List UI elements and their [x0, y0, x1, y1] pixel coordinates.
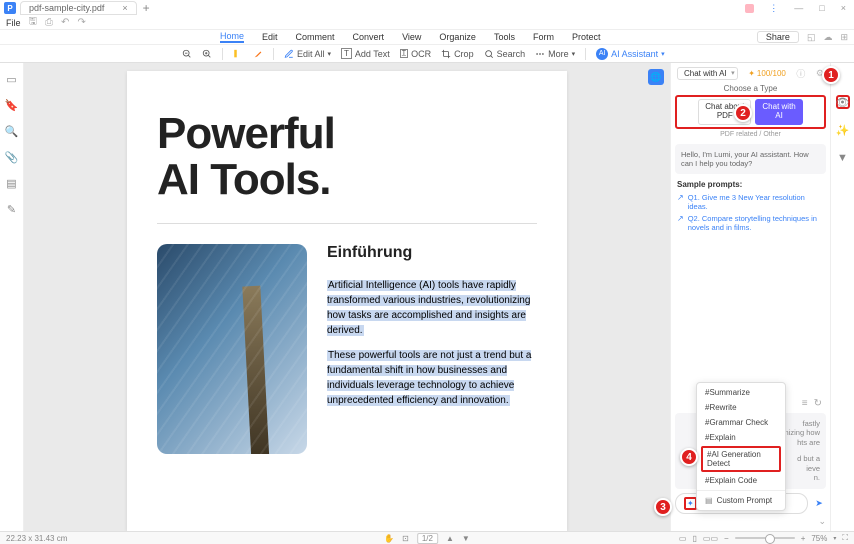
cloud-icon[interactable]: ☁	[823, 32, 832, 43]
chat-mode-dropdown[interactable]: Chat with AI	[677, 67, 738, 80]
arrow-icon: ↗	[677, 214, 684, 223]
eye-icon[interactable]: 👁	[836, 95, 850, 109]
menu-form[interactable]: Form	[533, 32, 554, 42]
attachments-icon[interactable]: 📎	[6, 151, 18, 163]
print-icon[interactable]: ⎙	[45, 17, 53, 28]
redo-icon[interactable]: ↷	[77, 17, 85, 28]
history-icon[interactable]: ≡	[802, 398, 808, 409]
share-button[interactable]: Share	[757, 31, 799, 43]
annotation-4: 4	[680, 448, 698, 466]
menu-home[interactable]: Home	[220, 31, 244, 43]
search-rail-icon[interactable]: 🔍	[6, 125, 18, 137]
arrow-icon: ↗	[677, 193, 684, 202]
close-tab-icon[interactable]: ×	[122, 3, 127, 13]
filter-icon[interactable]: ▼	[836, 151, 850, 165]
signatures-icon[interactable]: ✎	[6, 203, 18, 215]
menu-tools[interactable]: Tools	[494, 32, 515, 42]
menu-summarize[interactable]: #Summarize	[697, 385, 785, 400]
file-menu[interactable]: File	[6, 18, 21, 28]
zoom-percent[interactable]: 75%	[811, 534, 827, 543]
thumbnails-icon[interactable]: ▭	[6, 73, 18, 85]
document-para1[interactable]: Artificial Intelligence (AI) tools have …	[327, 278, 537, 338]
hand-tool-icon[interactable]: ✋	[384, 534, 394, 543]
user-icon[interactable]: ◱	[807, 32, 816, 43]
ai-assistant-button[interactable]: AI AI Assistant▾	[596, 48, 665, 60]
menu-ai-detect[interactable]: #AI Generation Detect	[701, 446, 781, 472]
menu-organize[interactable]: Organize	[439, 32, 476, 42]
view-facing-icon[interactable]: ▭▭	[703, 534, 718, 543]
layers-icon[interactable]: ▤	[6, 177, 18, 189]
token-count: ✦100/100	[748, 69, 786, 78]
translate-badge-icon[interactable]: 🌐	[648, 69, 664, 85]
annotation-2: 2	[734, 104, 752, 122]
view-single-icon[interactable]: ▭	[679, 534, 687, 543]
info-icon[interactable]: ⓘ	[796, 67, 805, 80]
prompt-indicator-icon[interactable]: ✦	[684, 497, 697, 510]
add-text-button[interactable]: T Add Text	[341, 48, 390, 59]
color-indicator	[745, 4, 754, 13]
menu-custom-prompt[interactable]: ▤ Custom Prompt	[697, 493, 785, 508]
zoom-out-button[interactable]	[182, 49, 192, 59]
undo-icon[interactable]: ↶	[61, 17, 69, 28]
next-page-icon[interactable]: ▼	[462, 534, 470, 543]
annotation-3: 3	[654, 498, 672, 516]
more-button[interactable]: More▾	[535, 49, 575, 59]
menu-edit[interactable]: Edit	[262, 32, 278, 42]
window-minimize-button[interactable]: —	[790, 3, 807, 13]
ai-greeting: Hello, I'm Lumi, your AI assistant. How …	[675, 144, 826, 174]
menu-comment[interactable]: Comment	[296, 32, 335, 42]
prev-page-icon[interactable]: ▲	[446, 534, 454, 543]
menu-view[interactable]: View	[402, 32, 421, 42]
document-title: Powerful AI Tools.	[157, 111, 537, 203]
file-tab[interactable]: pdf-sample-city.pdf ×	[20, 1, 137, 15]
sample-prompt-2[interactable]: ↗ Q2. Compare storytelling techniques in…	[677, 214, 824, 232]
pen-tool[interactable]	[253, 49, 263, 59]
highlighter-tool[interactable]	[233, 49, 243, 59]
menu-rewrite[interactable]: #Rewrite	[697, 400, 785, 415]
edit-all-button[interactable]: Edit All▾	[284, 49, 331, 59]
bookmarks-icon[interactable]: 🔖	[6, 99, 18, 111]
document-subtitle: Einführung	[327, 244, 537, 262]
annotation-1: 1	[822, 66, 840, 84]
page-dimensions: 22.23 x 31.43 cm	[6, 534, 67, 543]
star-icon[interactable]: ✨	[836, 123, 850, 137]
pdf-page: Powerful AI Tools. Einführung Artificial…	[127, 71, 567, 531]
menu-convert[interactable]: Convert	[353, 32, 385, 42]
fullscreen-icon[interactable]: ⛶	[842, 533, 848, 543]
ocr-button[interactable]: T̲ OCR	[400, 49, 431, 59]
scroll-down-icon[interactable]: ⌄	[818, 516, 826, 526]
menu-explain-code[interactable]: #Explain Code	[697, 473, 785, 488]
page-input[interactable]: 1/2	[417, 533, 438, 544]
view-continuous-icon[interactable]: ▯	[692, 534, 696, 543]
zoom-out-status[interactable]: −	[724, 534, 729, 543]
zoom-in-button[interactable]	[202, 49, 212, 59]
sample-prompts-label: Sample prompts:	[677, 180, 824, 189]
zoom-in-status[interactable]: +	[801, 534, 806, 543]
ai-context-menu: #Summarize #Rewrite #Grammar Check #Expl…	[696, 382, 786, 511]
menu-explain[interactable]: #Explain	[697, 430, 785, 445]
expand-icon[interactable]: ↻	[814, 398, 822, 409]
chat-with-ai-button[interactable]: Chat withAI	[755, 99, 802, 125]
menu-grammar[interactable]: #Grammar Check	[697, 415, 785, 430]
new-tab-button[interactable]: +	[143, 1, 150, 15]
subtype-label: PDF related / Other	[675, 131, 826, 138]
menu-dots-icon[interactable]: ⋮	[765, 3, 782, 14]
document-image	[157, 244, 307, 454]
choose-type-label: Choose a Type	[675, 84, 826, 93]
window-maximize-button[interactable]: □	[815, 3, 828, 13]
crop-button[interactable]: Crop	[441, 49, 474, 59]
menu-protect[interactable]: Protect	[572, 32, 601, 42]
window-icon[interactable]: ⊞	[840, 32, 848, 43]
document-para2[interactable]: These powerful tools are not just a tren…	[327, 348, 537, 408]
save-icon[interactable]: 🖫	[29, 14, 38, 31]
list-icon: ▤	[705, 496, 713, 505]
window-close-button[interactable]: ×	[837, 3, 850, 13]
sample-prompt-1[interactable]: ↗ Q1. Give me 3 New Year resolution idea…	[677, 193, 824, 211]
search-button[interactable]: Search	[484, 49, 526, 59]
fit-page-icon[interactable]: ⊡	[402, 534, 409, 543]
send-button[interactable]: ➤	[812, 497, 826, 511]
file-tab-name: pdf-sample-city.pdf	[29, 3, 104, 13]
